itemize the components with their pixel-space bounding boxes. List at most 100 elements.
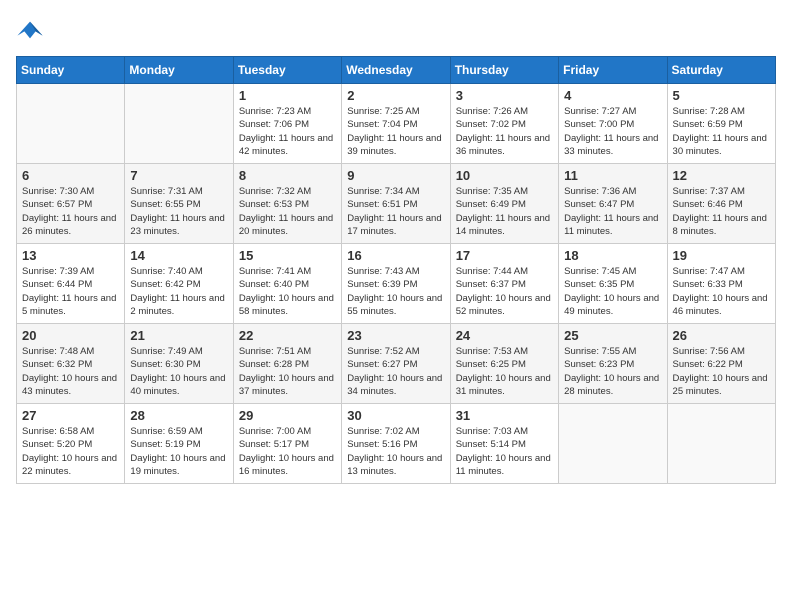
logo-icon [16,16,44,44]
day-info: Sunrise: 7:53 AM Sunset: 6:25 PM Dayligh… [456,345,553,398]
day-header-friday: Friday [559,57,667,84]
calendar-cell: 9Sunrise: 7:34 AM Sunset: 6:51 PM Daylig… [342,164,450,244]
day-info: Sunrise: 7:44 AM Sunset: 6:37 PM Dayligh… [456,265,553,318]
day-info: Sunrise: 6:58 AM Sunset: 5:20 PM Dayligh… [22,425,119,478]
calendar-cell: 12 Sunrise: 7:37 AM Sunset: 6:46 PM Dayli… [667,164,775,244]
day-number: 20 [22,328,119,343]
day-number: 30 [347,408,444,423]
day-info: Sunrise: 7:43 AM Sunset: 6:39 PM Dayligh… [347,265,444,318]
day-header-sunday: Sunday [17,57,125,84]
day-header-tuesday: Tuesday [233,57,341,84]
calendar-cell [125,84,233,164]
day-info: Sunrise: 7:03 AM Sunset: 5:14 PM Dayligh… [456,425,553,478]
calendar-cell: 28 Sunrise: 6:59 AM Sunset: 5:19 PM Dayli… [125,404,233,484]
day-info: Sunrise: 7:25 AM Sunset: 7:04 PM Dayligh… [347,105,444,158]
day-number: 1 [239,88,336,103]
day-number: 19 [673,248,770,263]
day-number: 2 [347,88,444,103]
day-info: Sunrise: 7:00 AM Sunset: 5:17 PM Dayligh… [239,425,336,478]
calendar-cell: 16 Sunrise: 7:43 AM Sunset: 6:39 PM Dayli… [342,244,450,324]
day-info: Sunrise: 7:32 AM Sunset: 6:53 PM Dayligh… [239,185,336,238]
day-number: 22 [239,328,336,343]
calendar-table: SundayMondayTuesdayWednesdayThursdayFrid… [16,56,776,484]
day-info: Sunrise: 7:45 AM Sunset: 6:35 PM Dayligh… [564,265,661,318]
calendar-week-3: 13 Sunrise: 7:39 AM Sunset: 6:44 PM Dayli… [17,244,776,324]
day-info: Sunrise: 7:31 AM Sunset: 6:55 PM Dayligh… [130,185,227,238]
day-number: 11 [564,168,661,183]
calendar-cell: 4Sunrise: 7:27 AM Sunset: 7:00 PM Daylig… [559,84,667,164]
day-info: Sunrise: 7:34 AM Sunset: 6:51 PM Dayligh… [347,185,444,238]
day-info: Sunrise: 7:27 AM Sunset: 7:00 PM Dayligh… [564,105,661,158]
calendar-cell: 3 Sunrise: 7:26 AM Sunset: 7:02 PM Daylig… [450,84,558,164]
calendar-body: 1 Sunrise: 7:23 AM Sunset: 7:06 PM Daylig… [17,84,776,484]
day-number: 29 [239,408,336,423]
day-number: 25 [564,328,661,343]
calendar-cell: 5 Sunrise: 7:28 AM Sunset: 6:59 PM Daylig… [667,84,775,164]
calendar-cell: 20 Sunrise: 7:48 AM Sunset: 6:32 PM Dayli… [17,324,125,404]
day-info: Sunrise: 7:55 AM Sunset: 6:23 PM Dayligh… [564,345,661,398]
calendar-cell: 15 Sunrise: 7:41 AM Sunset: 6:40 PM Dayli… [233,244,341,324]
day-info: Sunrise: 6:59 AM Sunset: 5:19 PM Dayligh… [130,425,227,478]
calendar-cell: 1 Sunrise: 7:23 AM Sunset: 7:06 PM Daylig… [233,84,341,164]
day-number: 28 [130,408,227,423]
calendar-cell: 14 Sunrise: 7:40 AM Sunset: 6:42 PM Dayli… [125,244,233,324]
day-info: Sunrise: 7:41 AM Sunset: 6:40 PM Dayligh… [239,265,336,318]
day-info: Sunrise: 7:28 AM Sunset: 6:59 PM Dayligh… [673,105,770,158]
day-number: 3 [456,88,553,103]
calendar-cell: 22 Sunrise: 7:51 AM Sunset: 6:28 PM Dayli… [233,324,341,404]
calendar-cell: 7 Sunrise: 7:31 AM Sunset: 6:55 PM Daylig… [125,164,233,244]
page-header [16,16,776,44]
day-info: Sunrise: 7:52 AM Sunset: 6:27 PM Dayligh… [347,345,444,398]
day-number: 13 [22,248,119,263]
calendar-cell: 31 Sunrise: 7:03 AM Sunset: 5:14 PM Dayli… [450,404,558,484]
day-info: Sunrise: 7:23 AM Sunset: 7:06 PM Dayligh… [239,105,336,158]
calendar-cell: 21Sunrise: 7:49 AM Sunset: 6:30 PM Dayli… [125,324,233,404]
day-info: Sunrise: 7:36 AM Sunset: 6:47 PM Dayligh… [564,185,661,238]
day-number: 23 [347,328,444,343]
day-number: 18 [564,248,661,263]
day-info: Sunrise: 7:30 AM Sunset: 6:57 PM Dayligh… [22,185,119,238]
day-info: Sunrise: 7:51 AM Sunset: 6:28 PM Dayligh… [239,345,336,398]
day-info: Sunrise: 7:48 AM Sunset: 6:32 PM Dayligh… [22,345,119,398]
calendar-week-2: 6 Sunrise: 7:30 AM Sunset: 6:57 PM Daylig… [17,164,776,244]
day-header-thursday: Thursday [450,57,558,84]
calendar-cell: 24Sunrise: 7:53 AM Sunset: 6:25 PM Dayli… [450,324,558,404]
day-info: Sunrise: 7:26 AM Sunset: 7:02 PM Dayligh… [456,105,553,158]
calendar-week-1: 1 Sunrise: 7:23 AM Sunset: 7:06 PM Daylig… [17,84,776,164]
day-number: 16 [347,248,444,263]
day-info: Sunrise: 7:40 AM Sunset: 6:42 PM Dayligh… [130,265,227,318]
calendar-cell: 6 Sunrise: 7:30 AM Sunset: 6:57 PM Daylig… [17,164,125,244]
day-number: 6 [22,168,119,183]
day-number: 27 [22,408,119,423]
day-info: Sunrise: 7:02 AM Sunset: 5:16 PM Dayligh… [347,425,444,478]
calendar-cell: 29 Sunrise: 7:00 AM Sunset: 5:17 PM Dayli… [233,404,341,484]
day-number: 26 [673,328,770,343]
calendar-cell: 25 Sunrise: 7:55 AM Sunset: 6:23 PM Dayli… [559,324,667,404]
day-number: 12 [673,168,770,183]
day-number: 7 [130,168,227,183]
calendar-cell: 27 Sunrise: 6:58 AM Sunset: 5:20 PM Dayli… [17,404,125,484]
calendar-cell: 23 Sunrise: 7:52 AM Sunset: 6:27 PM Dayli… [342,324,450,404]
day-number: 14 [130,248,227,263]
day-info: Sunrise: 7:35 AM Sunset: 6:49 PM Dayligh… [456,185,553,238]
calendar-cell: 18 Sunrise: 7:45 AM Sunset: 6:35 PM Dayli… [559,244,667,324]
day-number: 15 [239,248,336,263]
calendar-cell: 13 Sunrise: 7:39 AM Sunset: 6:44 PM Dayli… [17,244,125,324]
calendar-cell: 8 Sunrise: 7:32 AM Sunset: 6:53 PM Daylig… [233,164,341,244]
day-number: 8 [239,168,336,183]
calendar-cell [17,84,125,164]
logo [16,16,48,44]
calendar-cell: 11 Sunrise: 7:36 AM Sunset: 6:47 PM Dayli… [559,164,667,244]
day-info: Sunrise: 7:37 AM Sunset: 6:46 PM Dayligh… [673,185,770,238]
calendar-cell [559,404,667,484]
day-info: Sunrise: 7:39 AM Sunset: 6:44 PM Dayligh… [22,265,119,318]
day-number: 5 [673,88,770,103]
day-header-saturday: Saturday [667,57,775,84]
day-number: 10 [456,168,553,183]
day-number: 31 [456,408,553,423]
calendar-cell [667,404,775,484]
day-header-wednesday: Wednesday [342,57,450,84]
calendar-cell: 2 Sunrise: 7:25 AM Sunset: 7:04 PM Daylig… [342,84,450,164]
calendar-cell: 26Sunrise: 7:56 AM Sunset: 6:22 PM Dayli… [667,324,775,404]
day-header-monday: Monday [125,57,233,84]
